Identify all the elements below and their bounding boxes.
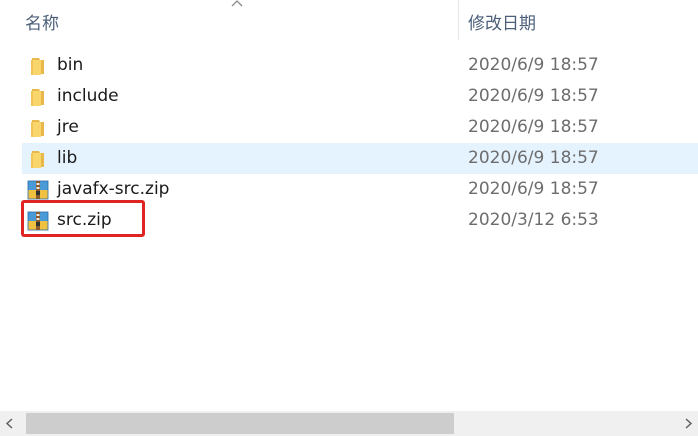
column-header-name[interactable]: 名称 <box>25 9 59 34</box>
folder-icon <box>31 89 44 106</box>
annotation-highlight-box <box>21 200 145 237</box>
scrollbar-thumb[interactable] <box>26 413 454 434</box>
arrow-left-icon[interactable] <box>0 411 20 436</box>
file-row-include[interactable]: include 2020/6/9 18:57 <box>0 81 698 112</box>
file-date: 2020/6/9 18:57 <box>468 148 599 168</box>
file-row-lib[interactable]: lib 2020/6/9 18:57 <box>0 143 698 174</box>
file-name: javafx-src.zip <box>57 179 170 199</box>
file-row-bin[interactable]: bin 2020/6/9 18:57 <box>0 50 698 81</box>
zip-archive-icon <box>27 180 49 200</box>
file-date: 2020/6/9 18:57 <box>468 179 599 199</box>
column-divider[interactable] <box>458 0 459 40</box>
chevron-up-icon <box>231 0 243 7</box>
column-header-date-modified[interactable]: 修改日期 <box>468 9 536 34</box>
file-name: bin <box>57 55 84 75</box>
horizontal-scrollbar[interactable] <box>0 411 698 436</box>
file-date: 2020/3/12 6:53 <box>468 210 599 230</box>
file-name: jre <box>57 117 79 137</box>
file-date: 2020/6/9 18:57 <box>468 55 599 75</box>
folder-icon <box>31 120 44 137</box>
folder-icon <box>31 151 44 168</box>
arrow-right-icon[interactable] <box>678 411 698 436</box>
file-row-jre[interactable]: jre 2020/6/9 18:57 <box>0 112 698 143</box>
column-header-bar: 名称 修改日期 <box>0 0 698 40</box>
file-name: include <box>57 86 119 106</box>
folder-icon <box>31 58 44 75</box>
file-date: 2020/6/9 18:57 <box>468 86 599 106</box>
file-name: lib <box>57 148 78 168</box>
file-date: 2020/6/9 18:57 <box>468 117 599 137</box>
